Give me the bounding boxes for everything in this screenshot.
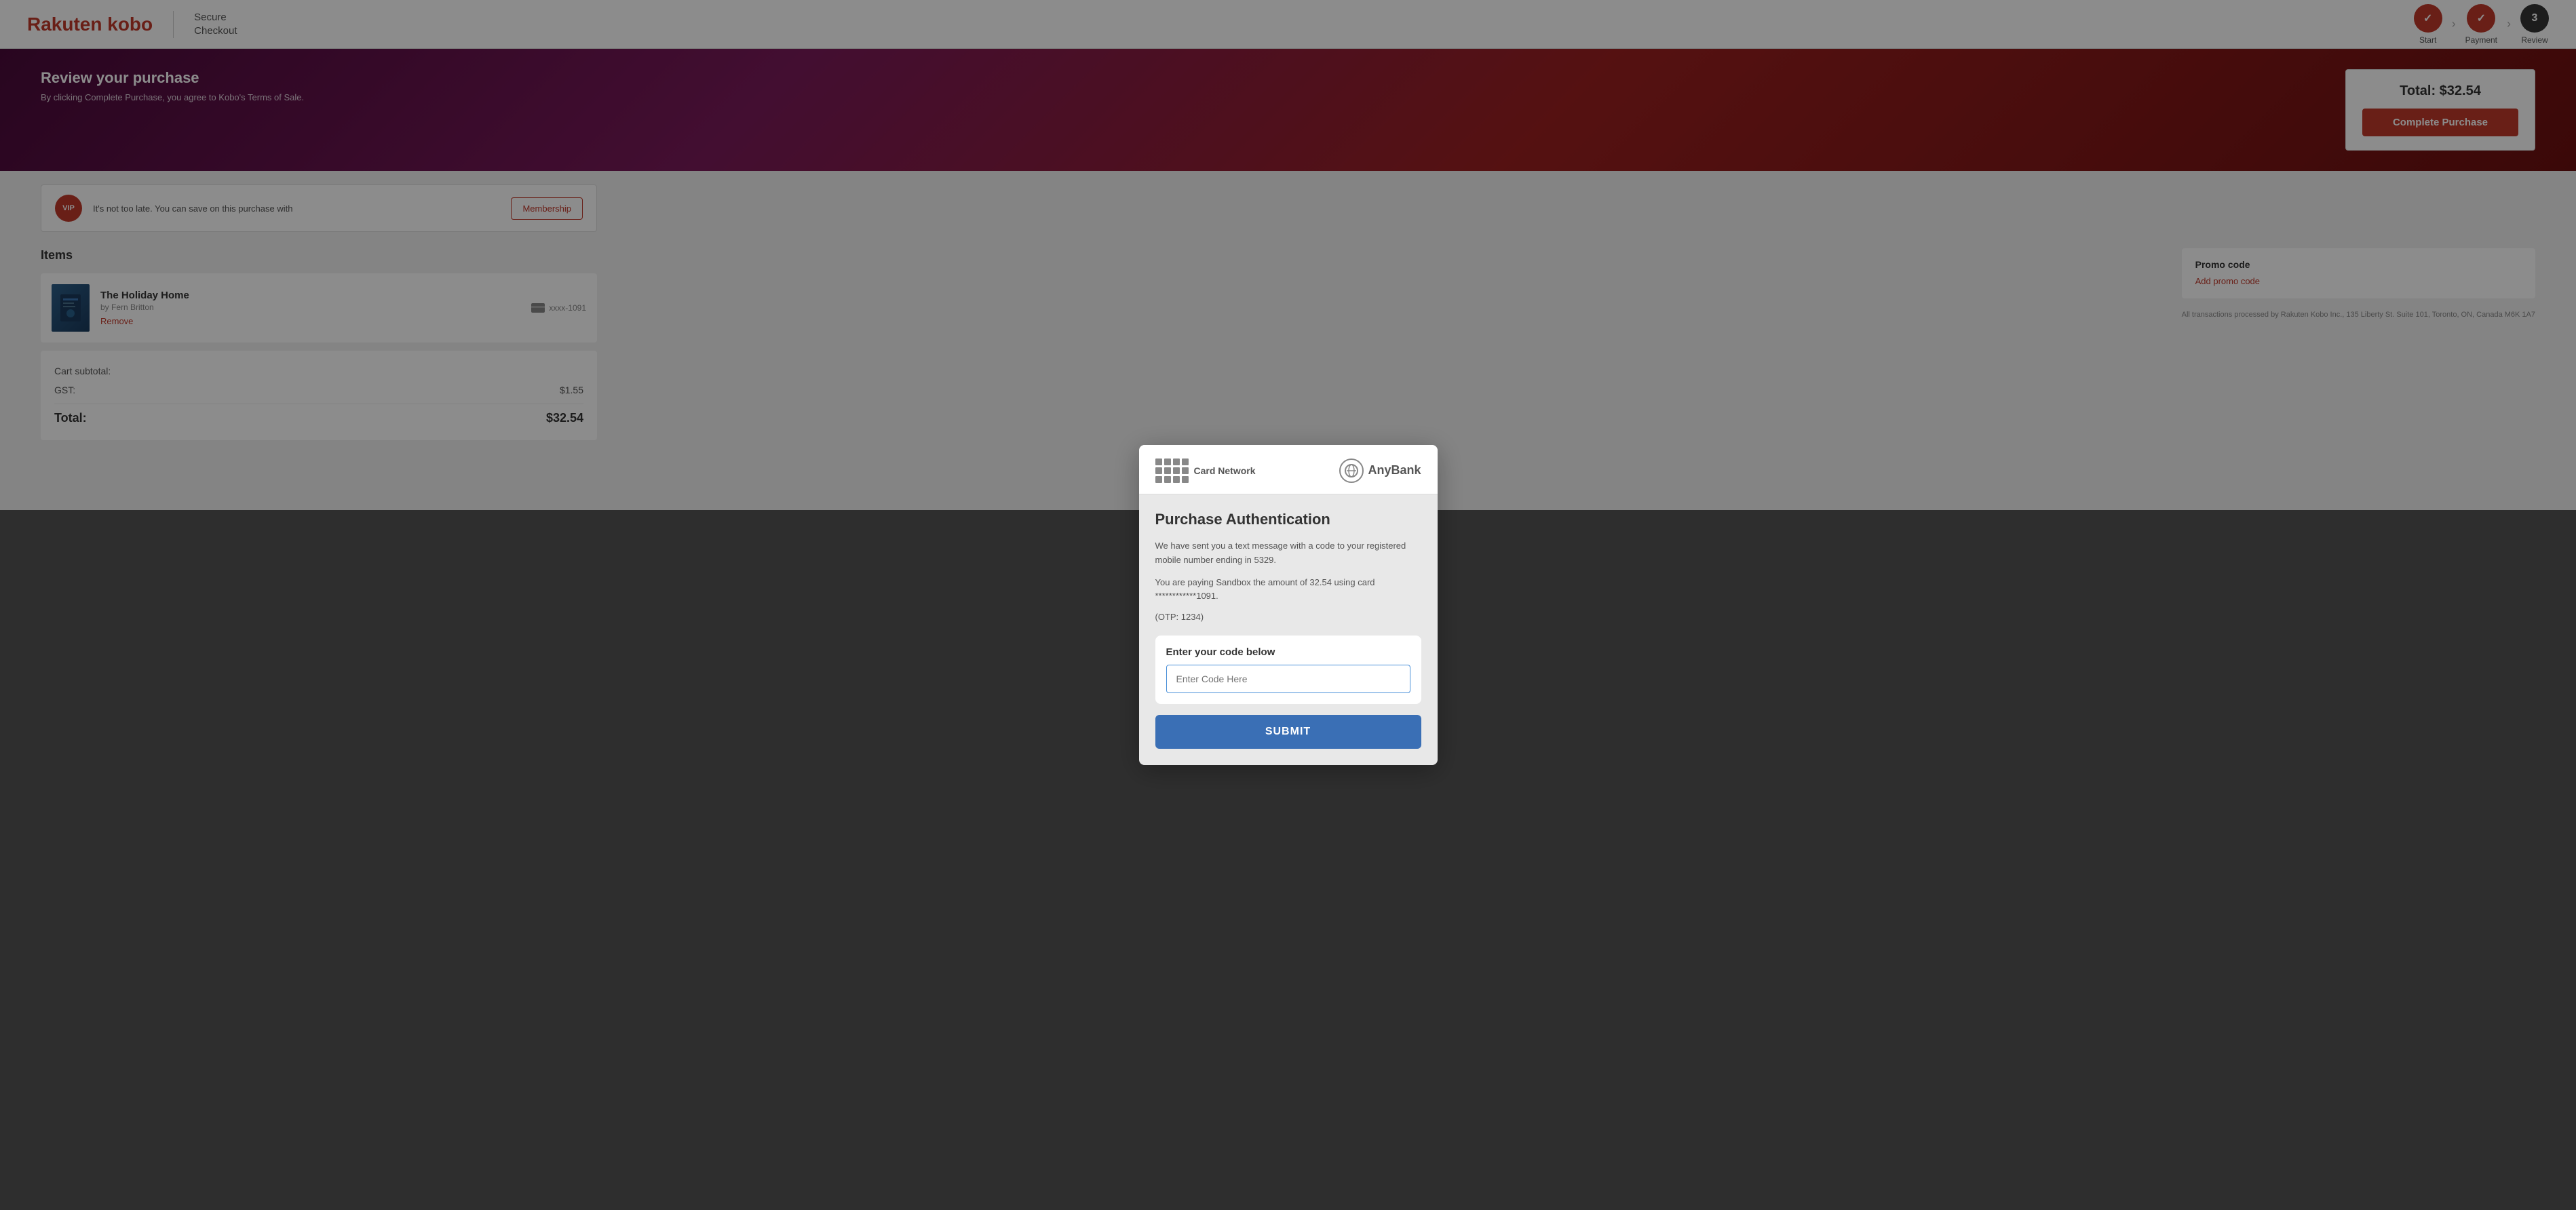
anybank-logo: AnyBank	[1339, 458, 1421, 483]
card-network-grid-icon	[1155, 458, 1189, 483]
modal-desc1: We have sent you a text message with a c…	[1155, 539, 1421, 568]
modal-title: Purchase Authentication	[1155, 511, 1421, 528]
code-section-label: Enter your code below	[1166, 646, 1410, 658]
modal-otp: (OTP: 1234)	[1155, 612, 1421, 622]
modal-header: Card Network AnyBank	[1139, 445, 1438, 494]
submit-button[interactable]: SUBMIT	[1155, 715, 1421, 749]
anybank-label: AnyBank	[1368, 463, 1421, 477]
anybank-circle-icon	[1339, 458, 1364, 483]
modal-body: Purchase Authentication We have sent you…	[1139, 494, 1438, 765]
card-network-logo: Card Network	[1155, 458, 1256, 483]
code-input[interactable]	[1166, 665, 1410, 693]
card-network-label: Card Network	[1194, 465, 1256, 476]
authentication-modal: Card Network AnyBank Purchase Authentica…	[1139, 445, 1438, 765]
modal-desc2: You are paying Sandbox the amount of 32.…	[1155, 576, 1421, 604]
modal-overlay: Card Network AnyBank Purchase Authentica…	[0, 0, 2576, 1210]
code-entry-section: Enter your code below	[1155, 636, 1421, 704]
